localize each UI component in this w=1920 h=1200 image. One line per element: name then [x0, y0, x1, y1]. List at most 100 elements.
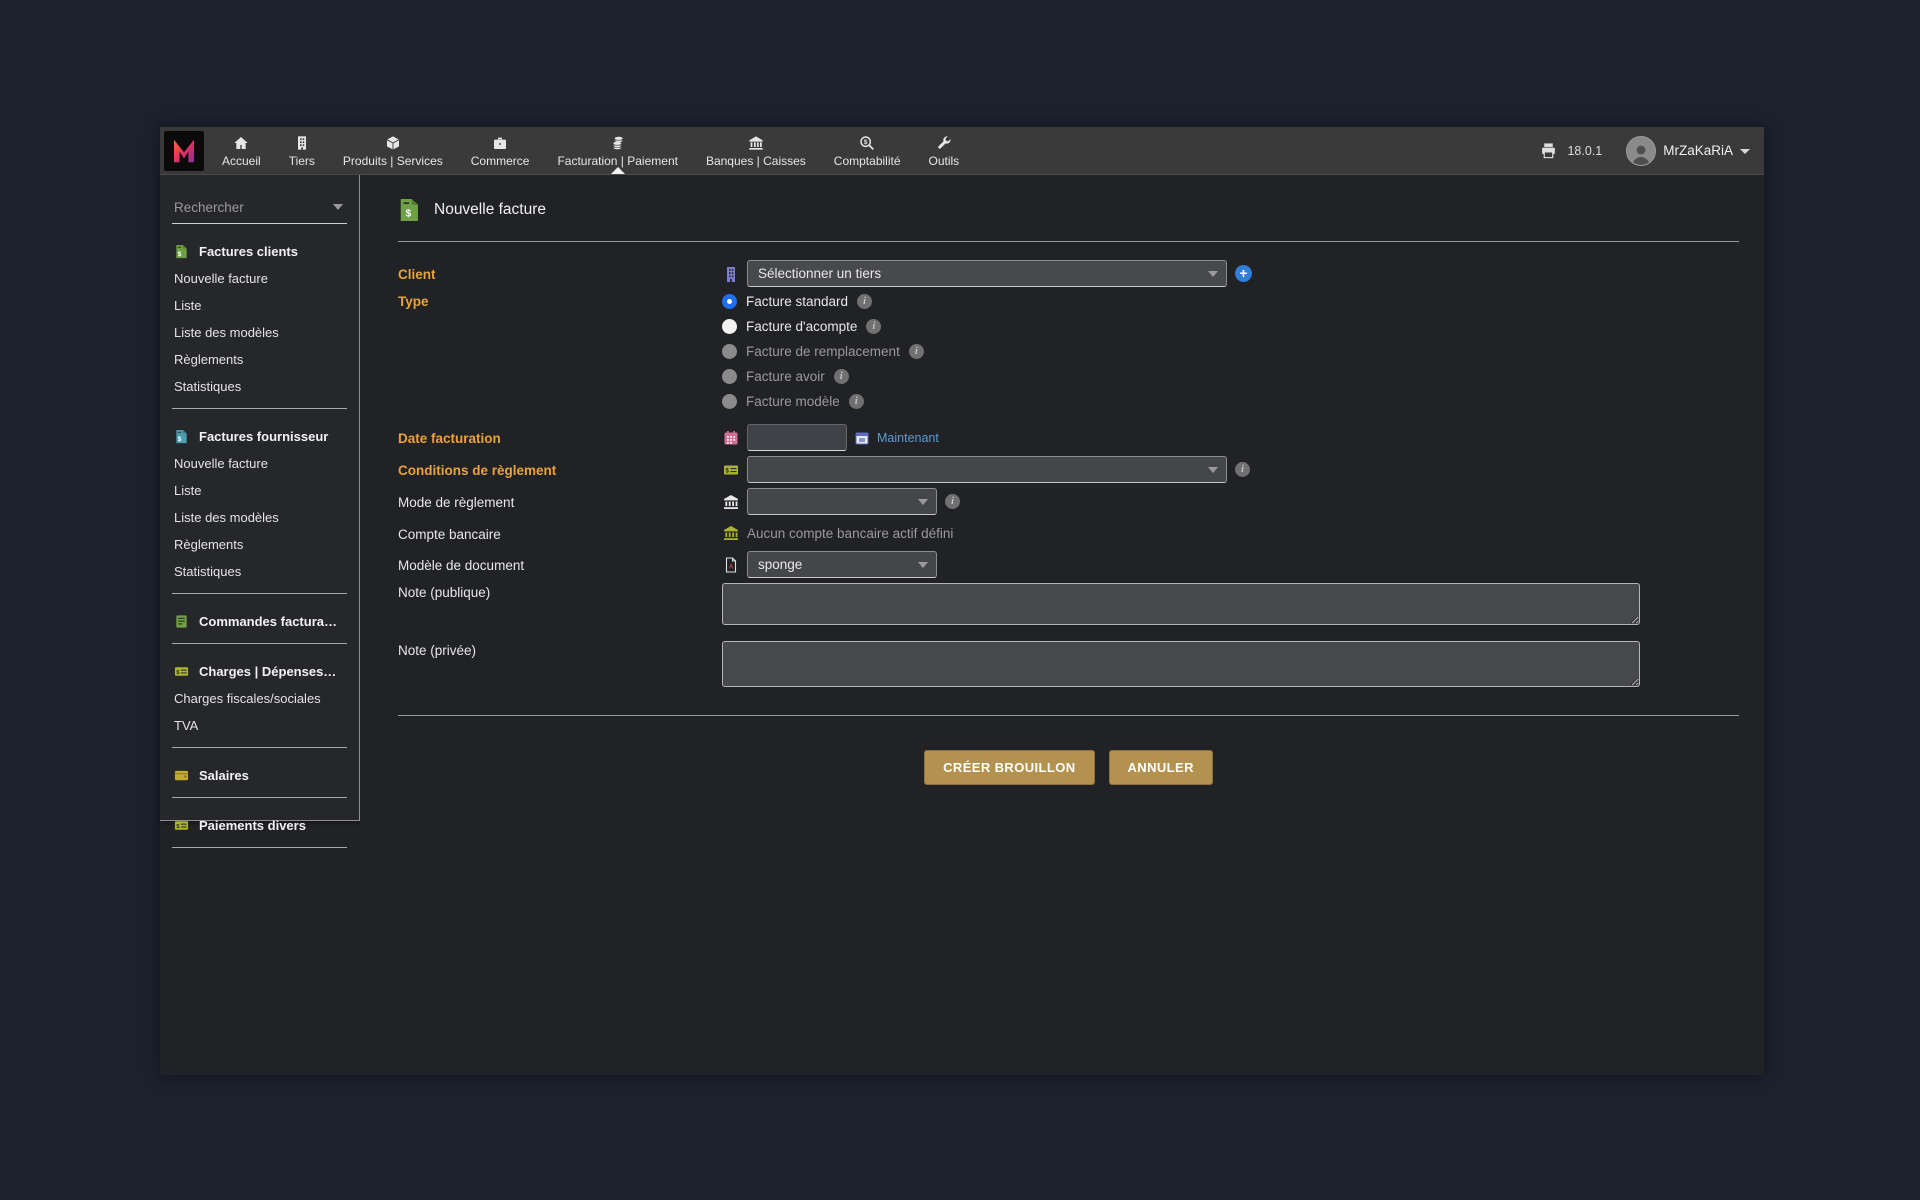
- type-option-acompte: Facture d'acompte i: [722, 319, 1739, 334]
- info-icon: i: [945, 494, 960, 509]
- type-option-standard: Facture standard i: [722, 294, 1739, 309]
- chevron-down-icon: [1208, 271, 1218, 277]
- date-picker-icon[interactable]: [855, 431, 869, 445]
- sidebar-item-charges-fiscales-sociales[interactable]: Charges fiscales/sociales: [172, 685, 347, 712]
- sidebar-item-reglements-fournisseur[interactable]: Règlements: [172, 531, 347, 558]
- client-select[interactable]: Sélectionner un tiers: [747, 260, 1227, 287]
- sidebar-item-charges-depenses[interactable]: $ Charges | Dépenses…: [172, 658, 347, 685]
- sidebar-item-statistiques-fournisseur[interactable]: Statistiques: [172, 558, 347, 585]
- payment-mode-row: Mode de règlement i: [398, 488, 1739, 515]
- sidebar-item-paiements-divers[interactable]: $ Paiements divers: [172, 812, 347, 839]
- nav-produits-services[interactable]: Produits | Services: [329, 127, 457, 174]
- invoice-date-input[interactable]: [747, 424, 847, 451]
- nav-facturation-paiement[interactable]: Facturation | Paiement: [543, 127, 692, 174]
- briefcase-icon: [492, 134, 508, 151]
- svg-text:A: A: [728, 564, 733, 570]
- note-private-textarea[interactable]: [722, 641, 1640, 687]
- pdf-file-icon: A: [722, 557, 739, 573]
- user-menu[interactable]: MrZaKaRiA: [1626, 136, 1750, 166]
- sidebar-item-liste[interactable]: Liste: [172, 292, 347, 319]
- sidebar-item-tva[interactable]: TVA: [172, 712, 347, 739]
- sidebar-item-liste-des-modeles[interactable]: Liste des modèles: [172, 319, 347, 346]
- section-paiements-divers: $ Paiements divers: [172, 812, 347, 848]
- type-label: Type: [398, 292, 722, 309]
- nav-banques-caisses[interactable]: Banques | Caisses: [692, 127, 820, 174]
- calendar-icon: [722, 430, 739, 446]
- nav-comptabilite[interactable]: $ Comptabilité: [820, 127, 915, 174]
- svg-text:$: $: [178, 436, 182, 443]
- version-label: 18.0.1: [1567, 144, 1602, 158]
- printer-icon[interactable]: [1540, 142, 1557, 159]
- cancel-button[interactable]: ANNULER: [1109, 750, 1213, 785]
- nav-outils[interactable]: Outils: [915, 127, 974, 174]
- section-charges-depenses: $ Charges | Dépenses… Charges fiscales/s…: [172, 658, 347, 748]
- bank-icon: [722, 525, 739, 541]
- radio-facture-standard[interactable]: [722, 294, 737, 309]
- order-invoice-icon: [174, 614, 189, 629]
- info-icon: i: [909, 344, 924, 359]
- info-icon: i: [1235, 462, 1250, 477]
- svg-text:$: $: [405, 209, 411, 220]
- sidebar-item-reglements[interactable]: Règlements: [172, 346, 347, 373]
- divider: [398, 715, 1739, 716]
- info-icon: i: [866, 319, 881, 334]
- divider: [172, 797, 347, 798]
- chevron-down-icon[interactable]: [333, 204, 343, 210]
- invoice-icon: $: [174, 244, 189, 259]
- type-option-modele: Facture modèle i: [722, 394, 1739, 409]
- payment-terms-label: Conditions de règlement: [398, 461, 722, 478]
- nav-commerce[interactable]: Commerce: [457, 127, 544, 174]
- sidebar-item-nouvelle-facture[interactable]: Nouvelle facture: [172, 265, 347, 292]
- client-label: Client: [398, 265, 722, 282]
- date-row: Date facturation M: [398, 424, 1739, 451]
- main-menu: Accueil Tiers Produits | Services: [208, 127, 973, 174]
- section-factures-clients: $ Factures clients Nouvelle facture List…: [172, 238, 347, 409]
- app-window: Accueil Tiers Produits | Services: [160, 127, 1764, 1075]
- sidebar-item-statistiques[interactable]: Statistiques: [172, 373, 347, 400]
- sidebar-item-factures-clients[interactable]: $ Factures clients: [172, 238, 347, 265]
- home-icon: [233, 134, 249, 151]
- create-draft-button[interactable]: CRÉER BROUILLON: [924, 750, 1094, 785]
- third-party-icon: [722, 266, 739, 282]
- sidebar-item-salaires[interactable]: Salaires: [172, 762, 347, 789]
- sidebar-search: [172, 197, 347, 224]
- sidebar-item-liste-des-modeles-fournisseur[interactable]: Liste des modèles: [172, 504, 347, 531]
- sidebar-item-commandes-facturables[interactable]: Commandes factura…: [172, 608, 347, 635]
- radio-facture-avoir: [722, 369, 737, 384]
- note-private-label: Note (privée): [398, 641, 722, 658]
- now-link[interactable]: Maintenant: [877, 431, 939, 445]
- add-third-party-button[interactable]: +: [1235, 265, 1252, 282]
- sidebar-item-nouvelle-facture-fournisseur[interactable]: Nouvelle facture: [172, 450, 347, 477]
- divider: [172, 847, 347, 848]
- new-invoice-form: Client Sélectionner un tiers +: [398, 260, 1739, 687]
- radio-facture-modele: [722, 394, 737, 409]
- info-icon: i: [857, 294, 872, 309]
- nav-accueil[interactable]: Accueil: [208, 127, 275, 174]
- top-navigation-bar: Accueil Tiers Produits | Services: [160, 127, 1764, 175]
- page-title-row: $ Nouvelle facture: [398, 197, 1739, 223]
- username-label: MrZaKaRiA: [1663, 143, 1733, 158]
- note-private-row: Note (privée): [398, 641, 1739, 687]
- bank-account-row: Compte bancaire Aucun compte bancaire ac…: [398, 520, 1739, 546]
- doc-template-row: Modèle de document A sponge: [398, 551, 1739, 578]
- wallet-icon: [174, 768, 189, 783]
- money-bill-icon: $: [174, 818, 189, 833]
- payment-terms-select[interactable]: [747, 456, 1227, 483]
- chevron-down-icon: [1740, 149, 1750, 154]
- doc-template-label: Modèle de document: [398, 556, 722, 573]
- nav-tiers[interactable]: Tiers: [275, 127, 329, 174]
- wrench-icon: [936, 134, 952, 151]
- radio-facture-acompte[interactable]: [722, 319, 737, 334]
- note-public-textarea[interactable]: [722, 583, 1640, 625]
- app-logo[interactable]: [160, 127, 208, 174]
- active-tab-indicator: [611, 167, 625, 174]
- doc-template-select[interactable]: sponge: [747, 551, 937, 578]
- svg-text:$: $: [864, 139, 868, 146]
- info-icon: i: [834, 369, 849, 384]
- sidebar-item-factures-fournisseur[interactable]: $ Factures fournisseur: [172, 423, 347, 450]
- divider: [172, 408, 347, 409]
- sidebar-item-liste-fournisseur[interactable]: Liste: [172, 477, 347, 504]
- search-input[interactable]: [174, 200, 345, 215]
- payment-mode-select[interactable]: [747, 488, 937, 515]
- note-public-row: Note (publique): [398, 583, 1739, 625]
